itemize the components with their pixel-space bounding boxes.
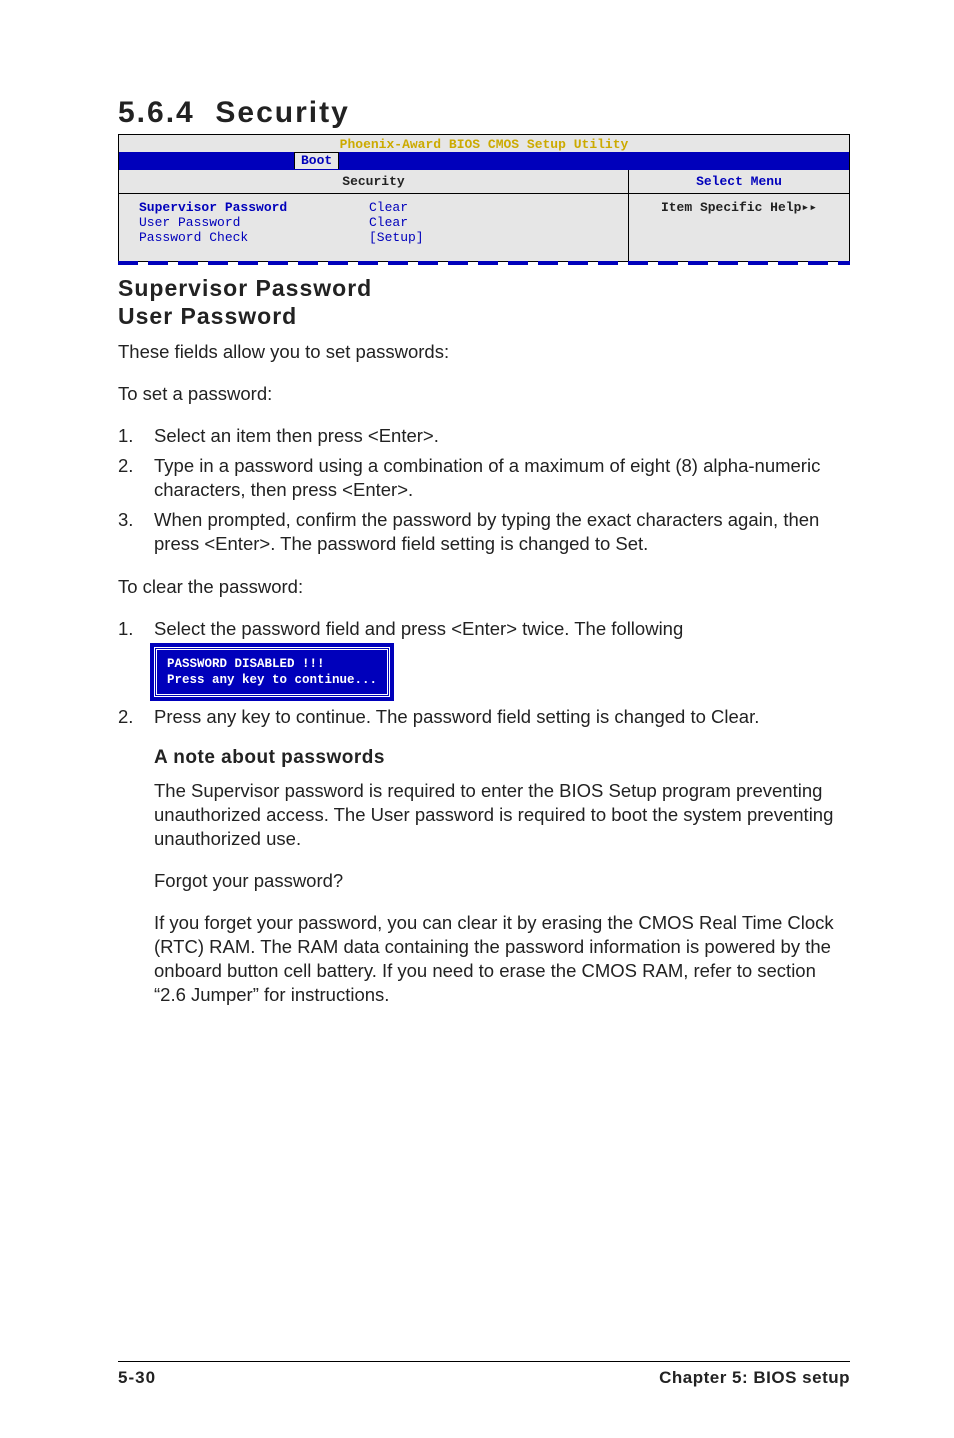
clear-password-steps-1: 1.Select the password field and press <E… — [118, 617, 850, 641]
bios-menu-bar: Boot — [119, 152, 849, 170]
step-number: 2. — [118, 705, 154, 729]
heading-user-password: User Password — [118, 303, 850, 331]
bios-screenshot: Phoenix-Award BIOS CMOS Setup Utility Bo… — [118, 134, 850, 262]
step-text: Select an item then press <Enter>. — [154, 424, 850, 448]
section-number: 5.6.4 — [118, 96, 195, 129]
note-heading: A note about passwords — [154, 747, 850, 769]
list-item: 2.Press any key to continue. The passwor… — [118, 705, 850, 729]
step-number: 2. — [118, 454, 154, 502]
bios-right-header: Select Menu — [629, 170, 849, 194]
bios-bottom-dashed-line — [118, 261, 850, 265]
note-paragraph: The Supervisor password is required to e… — [154, 779, 850, 851]
step-number: 1. — [118, 617, 154, 641]
intro-text: These fields allow you to set passwords: — [118, 340, 850, 364]
set-password-steps: 1.Select an item then press <Enter>. 2.T… — [118, 424, 850, 556]
step-text: Press any key to continue. The password … — [154, 705, 850, 729]
heading-supervisor-password: Supervisor Password — [118, 275, 850, 303]
step-text: When prompted, confirm the password by t… — [154, 508, 850, 556]
clear-password-intro: To clear the password: — [118, 575, 850, 599]
step-number: 3. — [118, 508, 154, 556]
list-item: 1.Select an item then press <Enter>. — [118, 424, 850, 448]
step-text: Select the password field and press <Ent… — [154, 617, 850, 641]
page-number: 5-30 — [118, 1368, 156, 1388]
bios-setting-value: Clear — [369, 200, 408, 215]
bios-setting-label: Password Check — [139, 230, 369, 245]
bios-setting-label: User Password — [139, 215, 369, 230]
bios-setting-row: Supervisor Password Clear — [139, 200, 608, 215]
list-item: 3.When prompted, confirm the password by… — [118, 508, 850, 556]
bios-setting-label: Supervisor Password — [139, 200, 369, 215]
bios-utility-title: Phoenix-Award BIOS CMOS Setup Utility — [119, 135, 849, 152]
bios-setting-row: Password Check [Setup] — [139, 230, 608, 245]
step-number: 1. — [118, 424, 154, 448]
bios-setting-value: Clear — [369, 215, 408, 230]
note-paragraph: Forgot your password? — [154, 869, 850, 893]
bios-setting-row: User Password Clear — [139, 215, 608, 230]
bios-left-header: Security — [119, 170, 628, 194]
section-heading: 5.6.4 Security — [118, 96, 850, 130]
bios-settings-list: Supervisor Password Clear User Password … — [119, 194, 628, 261]
list-item: 1.Select the password field and press <E… — [118, 617, 850, 641]
set-password-intro: To set a password: — [118, 382, 850, 406]
step-text: Type in a password using a combination o… — [154, 454, 850, 502]
note-paragraph: If you forget your password, you can cle… — [154, 911, 850, 1007]
bios-setting-value: [Setup] — [369, 230, 424, 245]
password-disabled-message: PASSWORD DISABLED !!! Press any key to c… — [154, 647, 390, 698]
clear-password-steps-2: 2.Press any key to continue. The passwor… — [118, 705, 850, 729]
section-title-text: Security — [215, 96, 349, 129]
chapter-label: Chapter 5: BIOS setup — [659, 1368, 850, 1388]
bios-tab-boot: Boot — [294, 152, 339, 169]
list-item: 2.Type in a password using a combination… — [118, 454, 850, 502]
bios-help-text: Item Specific Help▸▸ — [629, 194, 849, 231]
page-footer: 5-30 Chapter 5: BIOS setup — [118, 1361, 850, 1388]
